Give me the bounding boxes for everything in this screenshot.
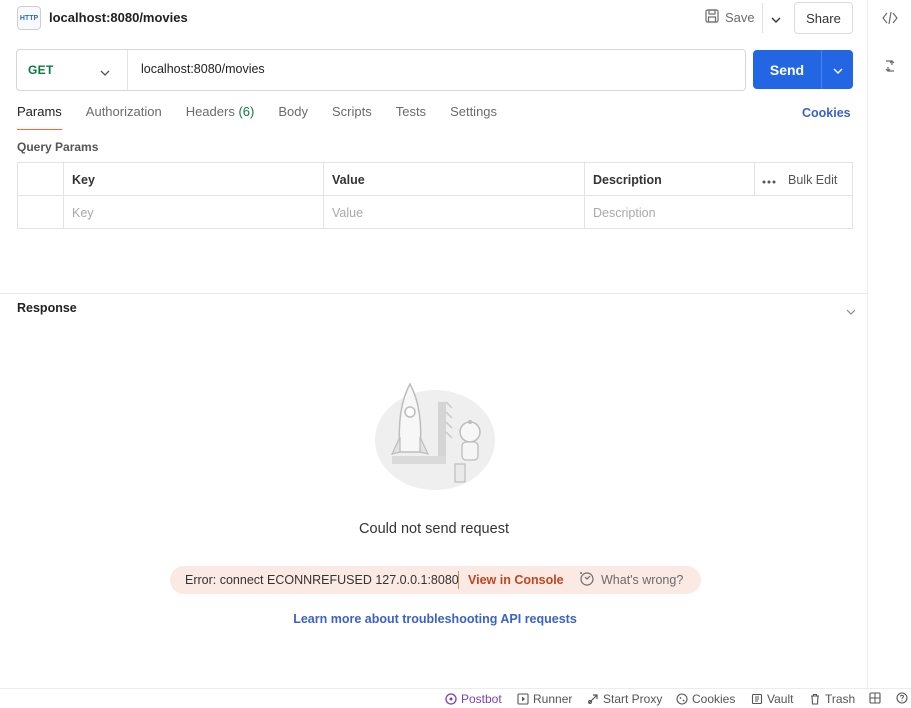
request-panel: HTTP localhost:8080/movies Save Share GE… xyxy=(0,0,868,688)
cookies-button[interactable]: Cookies xyxy=(676,692,735,706)
ai-assist-icon xyxy=(579,571,595,589)
vault-button[interactable]: Vault xyxy=(751,692,793,706)
whats-wrong-label: What's wrong? xyxy=(601,573,684,587)
start-proxy-button[interactable]: Start Proxy xyxy=(587,692,662,706)
whats-wrong-button[interactable]: What's wrong? xyxy=(579,571,683,589)
error-title: Could not send request xyxy=(359,521,509,537)
code-icon[interactable] xyxy=(881,9,899,27)
chevron-down-icon xyxy=(100,64,110,79)
cookies-link[interactable]: Cookies xyxy=(802,106,851,120)
bulk-edit-label: Bulk Edit xyxy=(788,172,838,187)
row-checkbox-cell xyxy=(18,196,63,229)
help-button[interactable] xyxy=(896,692,908,704)
more-options-icon[interactable] xyxy=(762,173,776,187)
tab-headers[interactable]: Headers (6) xyxy=(186,104,255,130)
error-message: Error: connect ECONNREFUSED 127.0.0.1:80… xyxy=(185,573,459,587)
save-options-button[interactable] xyxy=(762,3,788,33)
runner-button[interactable]: Runner xyxy=(517,692,572,706)
sync-icon[interactable] xyxy=(881,57,899,75)
request-tabs: Params Authorization Headers (6) Body Sc… xyxy=(17,104,521,130)
bulk-edit-button[interactable]: Bulk Edit xyxy=(762,163,837,196)
headers-count: (6) xyxy=(238,104,255,119)
column-header-key: Key xyxy=(63,163,323,196)
cookie-icon xyxy=(676,693,688,705)
send-options-button[interactable] xyxy=(822,50,853,89)
trash-icon xyxy=(809,693,821,705)
query-params-title: Query Params xyxy=(17,140,99,154)
error-separator xyxy=(458,571,459,589)
save-button[interactable]: Save xyxy=(705,9,755,26)
save-label: Save xyxy=(725,10,755,25)
checkbox-column-header xyxy=(18,163,63,196)
tab-settings[interactable]: Settings xyxy=(450,104,497,130)
method-label: GET xyxy=(28,63,54,77)
request-header: HTTP localhost:8080/movies Save Share xyxy=(0,0,868,36)
value-input[interactable]: Value xyxy=(323,196,584,229)
tab-body[interactable]: Body xyxy=(278,104,308,130)
chevron-down-icon xyxy=(771,11,781,26)
chevron-down-icon xyxy=(833,62,843,77)
share-button[interactable]: Share xyxy=(794,2,853,34)
table-header-row: Key Value Description Bulk Edit xyxy=(18,163,852,196)
layout-icon xyxy=(869,692,881,704)
troubleshooting-link[interactable]: Learn more about troubleshooting API req… xyxy=(0,612,870,626)
right-sidebar xyxy=(869,0,911,688)
layout-toggle-button[interactable] xyxy=(869,692,881,704)
trash-button[interactable]: Trash xyxy=(809,692,855,706)
postbot-button[interactable]: Postbot xyxy=(445,692,502,706)
runner-icon xyxy=(517,693,529,705)
column-header-value: Value xyxy=(323,163,584,196)
send-button[interactable]: Send xyxy=(753,50,821,89)
rocket-astronaut-illustration xyxy=(370,382,500,497)
column-header-description: Description xyxy=(584,163,754,196)
save-icon xyxy=(705,9,719,26)
error-banner: Error: connect ECONNREFUSED 127.0.0.1:80… xyxy=(170,566,701,594)
tab-tests[interactable]: Tests xyxy=(396,104,426,130)
chevron-down-icon[interactable] xyxy=(846,303,856,318)
status-bar: Postbot Runner Start Proxy Cookies Vault… xyxy=(0,688,911,708)
help-icon xyxy=(896,692,908,704)
send-button-group: Send xyxy=(753,50,853,89)
proxy-icon xyxy=(587,693,599,705)
table-row: Key Value Description xyxy=(18,196,852,229)
tab-params[interactable]: Params xyxy=(17,104,62,130)
query-params-table: Key Value Description Bulk Edit Key Valu… xyxy=(17,162,853,229)
description-input[interactable]: Description xyxy=(584,196,852,229)
response-title: Response xyxy=(17,301,77,315)
http-request-icon: HTTP xyxy=(17,6,41,30)
postbot-icon xyxy=(445,693,457,705)
url-input[interactable] xyxy=(141,62,731,76)
key-input[interactable]: Key xyxy=(63,196,323,229)
response-divider[interactable] xyxy=(0,293,868,294)
url-bar: GET xyxy=(16,49,746,91)
tab-scripts[interactable]: Scripts xyxy=(332,104,372,130)
view-in-console-link[interactable]: View in Console xyxy=(468,573,564,587)
vault-icon xyxy=(751,693,763,705)
method-select[interactable]: GET xyxy=(17,50,128,90)
tab-authorization[interactable]: Authorization xyxy=(86,104,162,130)
request-title[interactable]: localhost:8080/movies xyxy=(49,10,188,25)
